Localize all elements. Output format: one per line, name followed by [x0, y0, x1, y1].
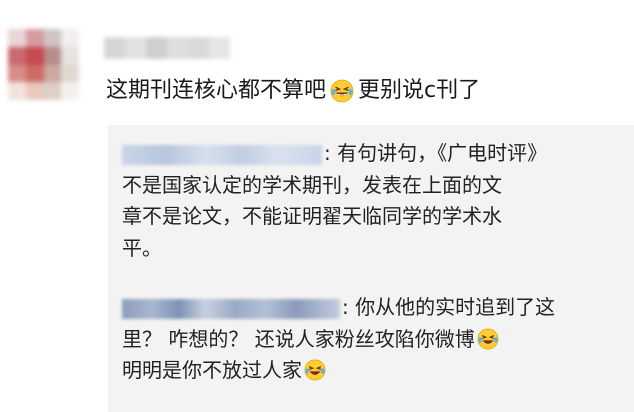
reply-line: 不是国家认定的学术期刊，发表在上面的文 [122, 172, 502, 197]
reply-separator: : [324, 141, 338, 165]
reply-line: 里？ 咋想的？ 还说人家粉丝攻陷你微博 [122, 324, 622, 356]
laugh-cry-icon [330, 79, 354, 103]
reply-line: : 有句讲句，《广电时评》 [122, 138, 622, 170]
reply-line: 平。 [122, 235, 162, 260]
comment-thread: 这期刊连核心都不算吧 更别说c刊了 : 有句讲句，《广电时评》 不是国家认定的学… [0, 0, 634, 412]
reply-line: 章不是论文，不能证明翟天临同学的学术水 [122, 204, 502, 228]
reply-text: 明明是你不放过人家 [122, 358, 302, 382]
reply-line: : 你从他的实时追到了这 [122, 292, 622, 324]
reply-text: 里？ 咋想的？ 还说人家粉丝攻陷你微博 [122, 326, 475, 351]
reply-item: : 有句讲句，《广电时评》 不是国家认定的学术期刊，发表在上面的文 章不是论文，… [122, 138, 622, 264]
reply-item: : 你从他的实时追到了这 里？ 咋想的？ 还说人家粉丝攻陷你微博 明明是你不放过… [122, 292, 622, 387]
avatar[interactable] [8, 29, 79, 100]
reply-line: 明明是你不放过人家 [122, 355, 622, 387]
reply-author-blurred[interactable] [122, 298, 340, 319]
reply-author-blurred[interactable] [122, 144, 322, 165]
username-blurred[interactable] [104, 37, 230, 59]
reply-separator: : [342, 295, 356, 319]
laugh-cry-icon [477, 328, 499, 349]
comment-body: 这期刊连核心都不算吧 更别说c刊了 [106, 76, 480, 106]
replies-panel: : 有句讲句，《广电时评》 不是国家认定的学术期刊，发表在上面的文 章不是论文，… [108, 125, 634, 412]
comment-text-part1: 这期刊连核心都不算吧 [106, 78, 327, 103]
reply-text: 你从他的实时追到了这 [355, 295, 556, 319]
laugh-cry-icon [304, 359, 326, 381]
comment-text-part2: 更别说c刊了 [358, 78, 481, 103]
reply-text: 有句讲句，《广电时评》 [337, 141, 548, 165]
